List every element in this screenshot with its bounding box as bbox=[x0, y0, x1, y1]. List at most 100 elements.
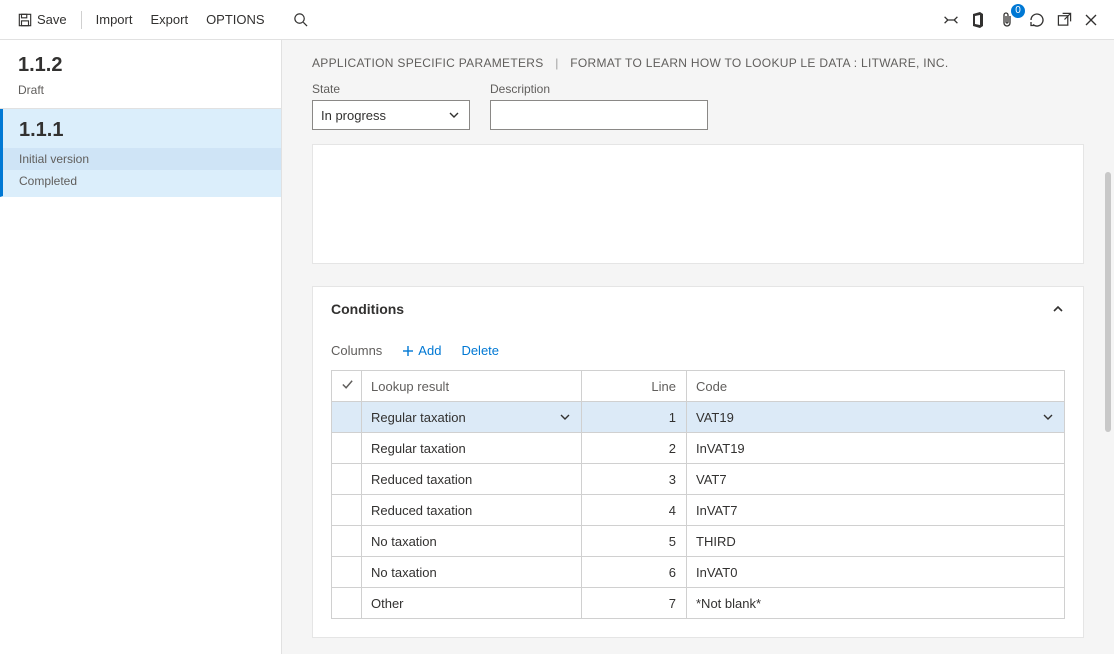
save-icon bbox=[18, 13, 32, 27]
code-value: VAT19 bbox=[696, 410, 734, 425]
conditions-grid: Lookup result Line Code Regular taxation… bbox=[331, 370, 1065, 619]
grid-header-row: Lookup result Line Code bbox=[332, 371, 1065, 402]
lookup-cell[interactable]: Reduced taxation bbox=[362, 495, 582, 526]
conditions-card: Conditions Columns Add Delete bbox=[312, 286, 1084, 638]
versions-pane: 1.1.2 Draft 1.1.1 Initial version Comple… bbox=[0, 40, 282, 654]
separator bbox=[81, 11, 82, 29]
code-cell[interactable]: InVAT0 bbox=[687, 557, 1065, 588]
line-cell[interactable]: 4 bbox=[582, 495, 687, 526]
code-cell[interactable]: VAT7 bbox=[687, 464, 1065, 495]
line-cell[interactable]: 2 bbox=[582, 433, 687, 464]
lookup-cell[interactable]: Reduced taxation bbox=[362, 464, 582, 495]
line-cell[interactable]: 7 bbox=[582, 588, 687, 619]
fields-row: State In progress Description bbox=[312, 82, 1084, 130]
lookup-cell[interactable]: Regular taxation bbox=[362, 402, 582, 433]
notifications-button[interactable]: 0 bbox=[997, 10, 1017, 30]
state-select[interactable]: In progress bbox=[312, 100, 470, 130]
lookup-cell[interactable]: Regular taxation bbox=[362, 433, 582, 464]
conditions-body: Columns Add Delete bbox=[313, 331, 1083, 637]
row-selector[interactable] bbox=[332, 464, 362, 495]
link-icon[interactable] bbox=[943, 13, 959, 27]
code-cell[interactable]: InVAT7 bbox=[687, 495, 1065, 526]
main-body: 1.1.2 Draft 1.1.1 Initial version Comple… bbox=[0, 40, 1114, 654]
line-cell[interactable]: 6 bbox=[582, 557, 687, 588]
main-pane: APPLICATION SPECIFIC PARAMETERS | FORMAT… bbox=[282, 40, 1114, 654]
row-selector[interactable] bbox=[332, 433, 362, 464]
export-label: Export bbox=[150, 12, 188, 27]
chevron-up-icon bbox=[1051, 302, 1065, 316]
check-icon bbox=[341, 379, 354, 394]
conditions-header[interactable]: Conditions bbox=[313, 287, 1083, 331]
line-header[interactable]: Line bbox=[582, 371, 687, 402]
scrollbar-thumb[interactable] bbox=[1105, 172, 1111, 432]
breadcrumb-sep: | bbox=[555, 56, 558, 70]
version-item[interactable]: 1.1.2 Draft bbox=[0, 40, 281, 108]
code-cell[interactable]: VAT19 bbox=[687, 402, 1065, 433]
row-selector[interactable] bbox=[332, 588, 362, 619]
table-row[interactable]: Reduced taxation3VAT7 bbox=[332, 464, 1065, 495]
breadcrumb: APPLICATION SPECIFIC PARAMETERS | FORMAT… bbox=[312, 56, 1084, 70]
code-cell[interactable]: THIRD bbox=[687, 526, 1065, 557]
lookup-cell[interactable]: Other bbox=[362, 588, 582, 619]
table-row[interactable]: No taxation6InVAT0 bbox=[332, 557, 1065, 588]
state-label: State bbox=[312, 82, 470, 96]
table-row[interactable]: No taxation5THIRD bbox=[332, 526, 1065, 557]
lookup-cell[interactable]: No taxation bbox=[362, 526, 582, 557]
description-input[interactable] bbox=[490, 100, 708, 130]
popout-button[interactable] bbox=[1057, 12, 1072, 27]
version-number: 1.1.2 bbox=[0, 40, 281, 83]
version-number: 1.1.1 bbox=[3, 109, 281, 148]
blank-card bbox=[312, 144, 1084, 264]
row-selector[interactable] bbox=[332, 526, 362, 557]
line-cell[interactable]: 1 bbox=[582, 402, 687, 433]
table-row[interactable]: Regular taxation2InVAT19 bbox=[332, 433, 1065, 464]
lookup-cell[interactable]: No taxation bbox=[362, 557, 582, 588]
columns-button[interactable]: Columns bbox=[331, 343, 382, 358]
row-selector[interactable] bbox=[332, 402, 362, 433]
version-meta: Completed bbox=[3, 170, 281, 196]
description-label: Description bbox=[490, 82, 708, 96]
import-button[interactable]: Import bbox=[88, 8, 141, 31]
state-field: State In progress bbox=[312, 82, 470, 130]
notification-badge: 0 bbox=[1011, 4, 1025, 18]
version-item-selected[interactable]: 1.1.1 Initial version Completed bbox=[0, 109, 281, 197]
row-selector[interactable] bbox=[332, 495, 362, 526]
add-button[interactable]: Add bbox=[402, 343, 441, 358]
code-cell[interactable]: *Not blank* bbox=[687, 588, 1065, 619]
code-header[interactable]: Code bbox=[687, 371, 1065, 402]
breadcrumb-b: FORMAT TO LEARN HOW TO LOOKUP LE DATA : … bbox=[570, 56, 948, 70]
row-selector[interactable] bbox=[332, 557, 362, 588]
office-icon[interactable] bbox=[971, 12, 985, 28]
delete-button[interactable]: Delete bbox=[461, 343, 499, 358]
search-icon bbox=[293, 12, 308, 27]
description-field: Description bbox=[490, 82, 708, 130]
import-label: Import bbox=[96, 12, 133, 27]
refresh-button[interactable] bbox=[1029, 12, 1045, 28]
line-cell[interactable]: 3 bbox=[582, 464, 687, 495]
close-button[interactable] bbox=[1084, 13, 1098, 27]
breadcrumb-a: APPLICATION SPECIFIC PARAMETERS bbox=[312, 56, 544, 70]
save-label: Save bbox=[37, 12, 67, 27]
options-button[interactable]: OPTIONS bbox=[198, 8, 273, 31]
toolbar-left: Save Import Export OPTIONS bbox=[10, 8, 316, 31]
export-button[interactable]: Export bbox=[142, 8, 196, 31]
vertical-scrollbar[interactable] bbox=[1104, 172, 1112, 492]
lookup-value: Regular taxation bbox=[371, 410, 466, 425]
chevron-down-icon bbox=[447, 108, 461, 122]
plus-icon bbox=[402, 345, 414, 357]
save-button[interactable]: Save bbox=[10, 8, 75, 31]
main-inner: APPLICATION SPECIFIC PARAMETERS | FORMAT… bbox=[282, 40, 1114, 654]
line-cell[interactable]: 5 bbox=[582, 526, 687, 557]
lookup-header[interactable]: Lookup result bbox=[362, 371, 582, 402]
table-row[interactable]: Regular taxation 1 VAT19 bbox=[332, 402, 1065, 433]
state-value: In progress bbox=[321, 108, 386, 123]
table-row[interactable]: Reduced taxation4InVAT7 bbox=[332, 495, 1065, 526]
code-cell[interactable]: InVAT19 bbox=[687, 433, 1065, 464]
version-meta: Initial version bbox=[3, 148, 281, 170]
version-status: Draft bbox=[0, 83, 281, 107]
table-row[interactable]: Other7*Not blank* bbox=[332, 588, 1065, 619]
conditions-title: Conditions bbox=[331, 301, 404, 317]
search-button[interactable] bbox=[285, 8, 316, 31]
select-all-header[interactable] bbox=[332, 371, 362, 402]
chevron-down-icon bbox=[558, 410, 572, 424]
